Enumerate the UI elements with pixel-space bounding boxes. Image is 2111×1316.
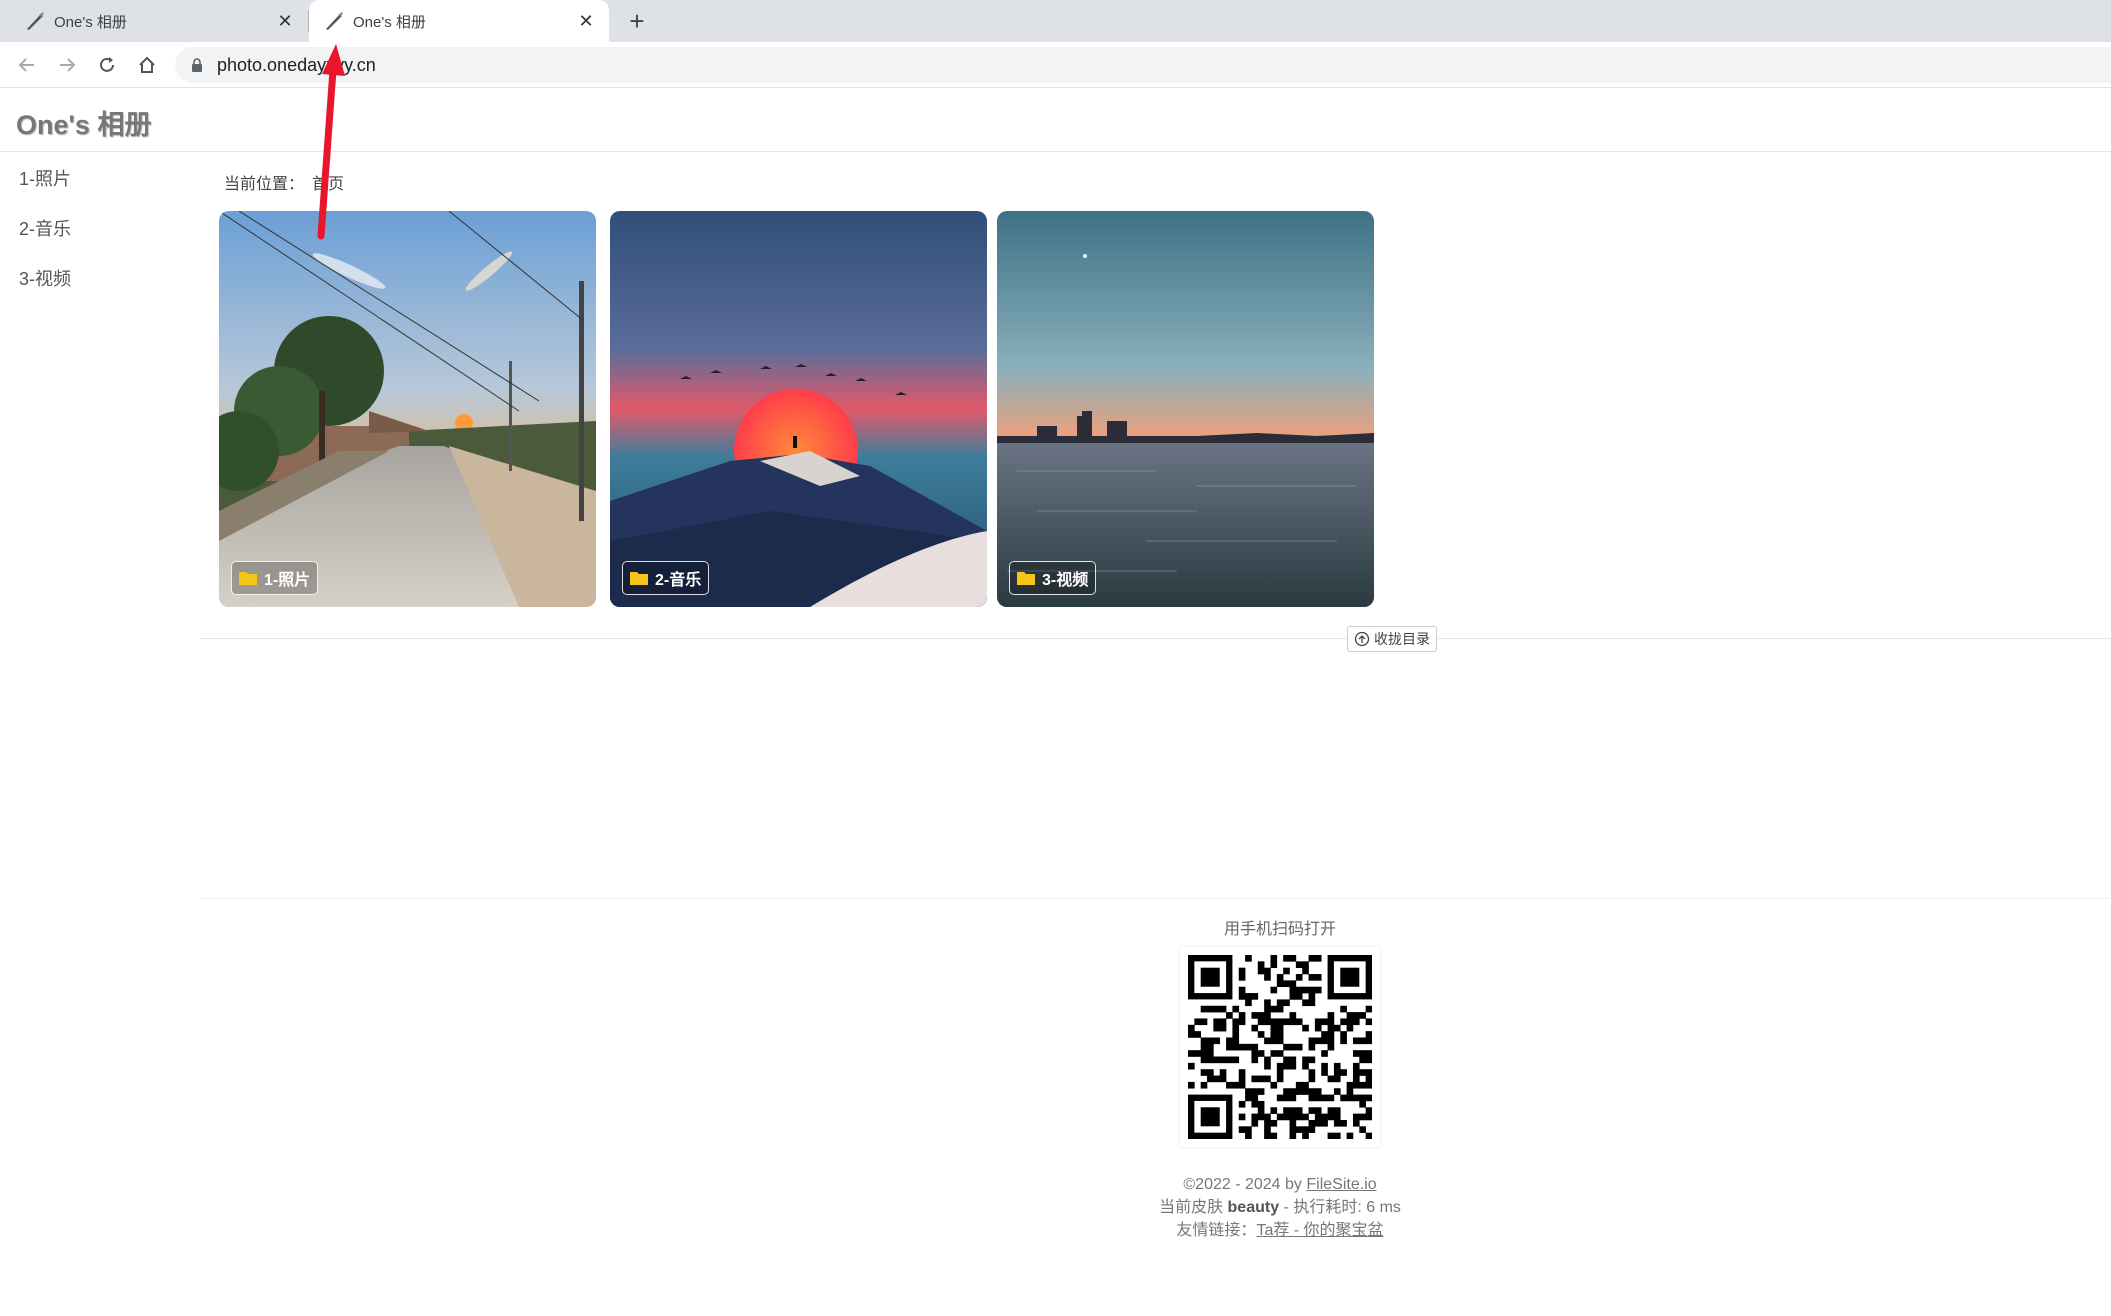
sidebar-item-videos[interactable]: 3-视频 [0, 252, 200, 302]
folder-label: 3-视频 [1009, 561, 1097, 595]
folder-icon [1017, 572, 1035, 585]
qr-code [1180, 947, 1380, 1147]
folder-name: 2-音乐 [655, 572, 702, 589]
folder-card-music[interactable]: 2-音乐 [610, 211, 987, 607]
folder-label: 2-音乐 [622, 561, 710, 595]
forward-icon[interactable] [52, 50, 82, 80]
folder-cover-image [219, 211, 596, 607]
address-bar[interactable]: photo.onedayxyy.cn [175, 47, 2111, 83]
divider [200, 898, 2111, 899]
folder-name: 3-视频 [1042, 572, 1089, 589]
breadcrumb-label: 当前位置： [224, 176, 305, 193]
footer: 用手机扫码打开 ©2022 - 2024 by FileSite.io 当前皮肤… [1100, 915, 1460, 1242]
skin-name: beauty [1227, 1199, 1280, 1216]
new-tab-button[interactable]: + [622, 6, 652, 36]
exec-time: - 执行耗时: 6 ms [1279, 1199, 1401, 1216]
collapse-label: 收拢目录 [1374, 631, 1430, 647]
reload-icon[interactable] [92, 50, 122, 80]
tab-title: One's 相册 [54, 13, 127, 31]
folder-label: 1-照片 [231, 561, 319, 595]
folder-name: 1-照片 [264, 572, 311, 589]
skin-label: 当前皮肤 [1159, 1199, 1228, 1216]
skin-line: 当前皮肤 beauty - 执行耗时: 6 ms [1100, 1196, 1460, 1219]
back-icon[interactable] [12, 50, 42, 80]
home-icon[interactable] [132, 50, 162, 80]
close-icon[interactable]: ✕ [571, 11, 601, 32]
browser-tab-bar: One's 相册 ✕ One's 相册 ✕ + [0, 0, 2111, 42]
folder-icon [239, 572, 257, 585]
folder-cover-image [997, 211, 1374, 607]
sidebar-item-photos[interactable]: 1-照片 [0, 152, 200, 202]
folder-card-videos[interactable]: 3-视频 [997, 211, 1374, 607]
breadcrumb-home[interactable]: 首页 [312, 176, 344, 193]
tab-title: One's 相册 [353, 13, 426, 31]
quill-pen-icon [326, 12, 343, 30]
sidebar: 1-照片 2-音乐 3-视频 [0, 152, 200, 302]
footer-info: ©2022 - 2024 by FileSite.io 当前皮肤 beauty … [1100, 1173, 1460, 1242]
folder-icon [630, 572, 648, 585]
browser-toolbar: photo.onedayxyy.cn [0, 42, 2111, 88]
folder-card-photos[interactable]: 1-照片 [219, 211, 596, 607]
copyright-text: ©2022 - 2024 by [1183, 1176, 1307, 1193]
circle-up-arrow-icon [1354, 631, 1370, 647]
close-icon[interactable]: ✕ [270, 11, 300, 32]
lock-icon [192, 58, 202, 72]
friend-link[interactable]: Ta荐 - 你的聚宝盆 [1256, 1222, 1383, 1239]
links-line: 友情链接：Ta荐 - 你的聚宝盆 [1100, 1219, 1460, 1242]
collapse-directory-button[interactable]: 收拢目录 [1347, 626, 1437, 652]
browser-tab[interactable]: One's 相册 ✕ [0, 0, 308, 42]
site-title[interactable]: One's 相册 [16, 103, 151, 142]
links-label: 友情链接： [1176, 1222, 1257, 1239]
filesite-link[interactable]: FileSite.io [1306, 1176, 1376, 1193]
breadcrumb: 当前位置： 首页 [224, 170, 344, 194]
divider [200, 638, 2111, 639]
sidebar-item-music[interactable]: 2-音乐 [0, 202, 200, 252]
browser-tab-active[interactable]: One's 相册 ✕ [309, 0, 609, 42]
copyright-line: ©2022 - 2024 by FileSite.io [1100, 1173, 1460, 1196]
quill-pen-icon [27, 12, 44, 30]
qr-caption: 用手机扫码打开 [1223, 921, 1336, 938]
url-text: photo.onedayxyy.cn [217, 54, 376, 75]
folder-cover-image [610, 211, 987, 607]
site-header: One's 相册 [0, 89, 2111, 152]
